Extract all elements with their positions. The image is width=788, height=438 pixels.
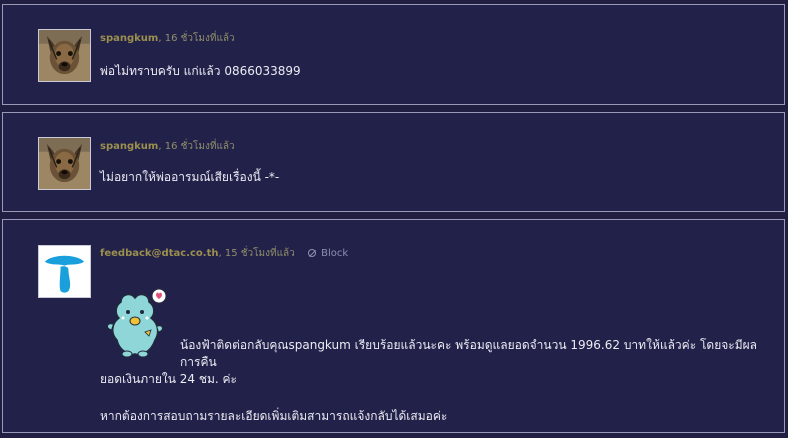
block-label: Block xyxy=(321,248,349,259)
dog-photo-icon xyxy=(39,138,90,189)
comment-text: น้องฟ้าติดต่อกลับคุณspangkum เรียบร้อยแล… xyxy=(100,337,760,425)
comment-author[interactable]: spangkum xyxy=(100,33,158,44)
comment-meta: spangkum, 16 ชั่วโมงที่แล้ว xyxy=(100,31,235,46)
reply-line-3: หากต้องการสอบถามรายละเอียดเพิ่มเติมสามาร… xyxy=(100,409,448,423)
comment-author[interactable]: feedback@dtac.co.th xyxy=(100,248,218,259)
block-link[interactable]: Block xyxy=(307,248,349,259)
comment-text: พ่อไม่ทราบครับ แก่แล้ว 0866033899 xyxy=(100,64,301,78)
dog-photo-avatar[interactable] xyxy=(38,137,91,190)
dtac-logo-icon xyxy=(39,246,90,297)
meta-separator: , xyxy=(218,248,222,259)
comment-item: spangkum, 16 ชั่วโมงที่แล้ว ไม่อยากให้พ่… xyxy=(2,112,785,212)
comment-timestamp: 15 ชั่วโมงที่แล้ว xyxy=(224,248,295,259)
reply-line-2: ยอดเงินภายใน 24 ชม. ค่ะ xyxy=(100,372,237,386)
comment-author[interactable]: spangkum xyxy=(100,141,158,152)
reply-line-1: น้องฟ้าติดต่อกลับคุณspangkum เรียบร้อยแล… xyxy=(180,338,758,369)
comment-item: feedback@dtac.co.th, 15 ชั่วโมงที่แล้ว B… xyxy=(2,219,785,433)
dog-photo-icon xyxy=(39,30,90,81)
comment-timestamp: 16 ชั่วโมงที่แล้ว xyxy=(164,33,235,44)
dtac-logo-avatar[interactable] xyxy=(38,245,91,298)
comment-meta: spangkum, 16 ชั่วโมงที่แล้ว xyxy=(100,139,235,154)
comment-item: spangkum, 16 ชั่วโมงที่แล้ว พ่อไม่ทราบคร… xyxy=(2,4,785,105)
comment-text: ไม่อยากให้พ่ออารมณ์เสียเรื่องนี้ -*- xyxy=(100,170,280,184)
ban-icon xyxy=(307,249,316,257)
meta-separator: , xyxy=(158,33,162,44)
dog-photo-avatar[interactable] xyxy=(38,29,91,82)
meta-separator: , xyxy=(158,141,162,152)
comment-meta: feedback@dtac.co.th, 15 ชั่วโมงที่แล้ว B… xyxy=(100,246,348,261)
comment-timestamp: 16 ชั่วโมงที่แล้ว xyxy=(164,141,235,152)
